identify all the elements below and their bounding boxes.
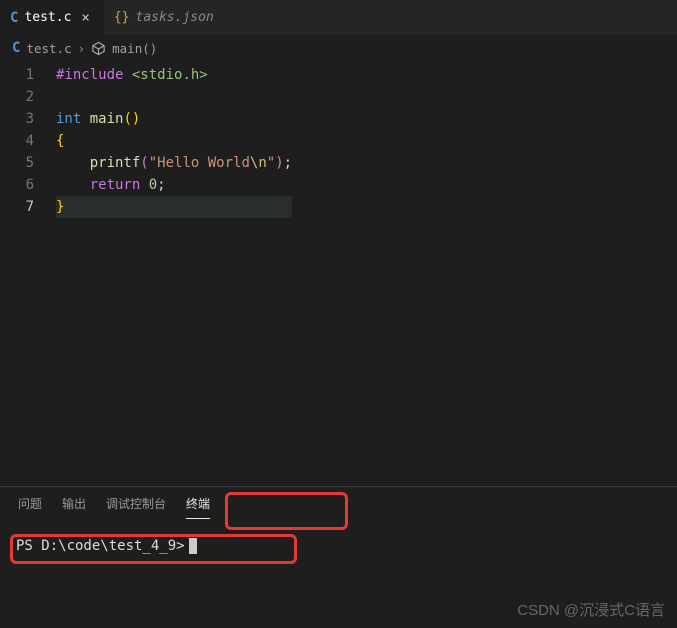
terminal-prompt: PS D:\code\test_4_9> [16, 538, 185, 554]
terminal[interactable]: PS D:\code\test_4_9> [0, 535, 677, 557]
tab-debug-console[interactable]: 调试控制台 [106, 495, 166, 519]
bottom-panel: 问题 输出 调试控制台 终端 PS D:\code\test_4_9> [0, 486, 677, 590]
code-line: int main() [56, 108, 292, 130]
panel-tab-bar: 问题 输出 调试控制台 终端 [0, 487, 677, 519]
terminal-cursor [189, 538, 197, 554]
code-line: { [56, 130, 292, 152]
breadcrumb-file: test.c [26, 41, 71, 56]
tab-tasks-json[interactable]: {} tasks.json [104, 0, 224, 35]
code-line: } [56, 196, 292, 218]
code-line: #include <stdio.h> [56, 64, 292, 86]
code-content[interactable]: #include <stdio.h> int main() { printf("… [56, 64, 292, 218]
c-file-icon: C [12, 40, 20, 56]
code-editor[interactable]: 123 456 7 #include <stdio.h> int main() … [0, 61, 677, 218]
tab-test-c[interactable]: C test.c × [0, 0, 104, 35]
tab-problems[interactable]: 问题 [18, 495, 42, 519]
watermark: CSDN @沉浸式C语言 [517, 599, 665, 620]
symbol-icon [91, 41, 106, 56]
close-icon[interactable]: × [77, 10, 93, 26]
breadcrumb-symbol: main() [112, 41, 157, 56]
code-line [56, 86, 292, 108]
tab-bar: C test.c × {} tasks.json [0, 0, 677, 35]
c-file-icon: C [10, 10, 18, 26]
code-line: printf("Hello World\n"); [56, 152, 292, 174]
tab-label: tasks.json [136, 10, 214, 25]
chevron-right-icon: › [78, 41, 86, 56]
tab-label: test.c [24, 10, 71, 25]
line-number-gutter: 123 456 7 [0, 64, 56, 218]
tab-output[interactable]: 输出 [62, 495, 86, 519]
breadcrumb[interactable]: C test.c › main() [0, 35, 677, 61]
tab-terminal[interactable]: 终端 [186, 495, 210, 519]
code-line: return 0; [56, 174, 292, 196]
json-file-icon: {} [114, 10, 130, 25]
